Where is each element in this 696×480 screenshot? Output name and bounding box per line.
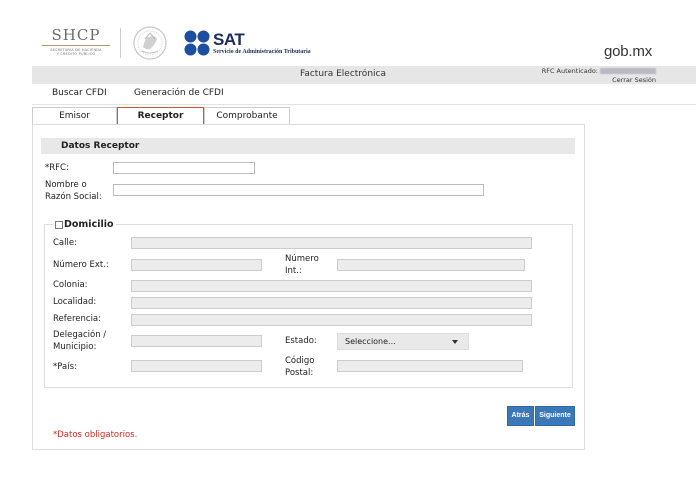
- pais-label: *País:: [53, 362, 77, 372]
- colonia-input[interactable]: [131, 280, 532, 292]
- cp-input[interactable]: [337, 360, 523, 372]
- num-int-input[interactable]: [337, 259, 525, 271]
- mexico-seal-icon: [133, 26, 167, 60]
- rfc-authenticated: RFC Autenticado:: [542, 67, 656, 75]
- sat-logo-title: SAT: [213, 30, 245, 49]
- rfc-redacted-value: [600, 68, 656, 74]
- required-fields-note: *Datos obligatorios.: [53, 430, 138, 440]
- nav-generacion-cfdi[interactable]: Generación de CFDI: [134, 88, 224, 98]
- top-bar: Factura Electrónica RFC Autenticado: Cer…: [32, 66, 696, 84]
- referencia-input[interactable]: [131, 314, 532, 326]
- back-button[interactable]: Atrás: [507, 406, 534, 426]
- num-ext-input[interactable]: [131, 259, 262, 271]
- shcp-logo: SHCP SECRETARÍA DE HACIENDA Y CRÉDITO PÚ…: [40, 27, 112, 57]
- chevron-down-icon: [452, 340, 458, 344]
- section-header: Datos Receptor: [41, 138, 575, 154]
- localidad-input[interactable]: [131, 297, 532, 309]
- rfc-input[interactable]: [113, 162, 255, 174]
- localidad-label: Localidad:: [53, 297, 97, 307]
- tab-comprobante[interactable]: Comprobante: [204, 107, 290, 125]
- calle-label: Calle:: [53, 238, 77, 248]
- referencia-label: Referencia:: [53, 314, 102, 324]
- estado-select[interactable]: Seleccione...: [337, 333, 469, 350]
- calle-input[interactable]: [131, 237, 532, 249]
- delegacion-input[interactable]: [131, 335, 262, 347]
- shcp-logo-subtitle-2: Y CRÉDITO PÚBLICO: [56, 52, 96, 56]
- nav-divider: [32, 104, 696, 105]
- nombre-label-line1: Nombre o: [45, 180, 87, 190]
- nav-buscar-cfdi[interactable]: Buscar CFDI: [52, 88, 107, 98]
- delegacion-label-line2: Municipio:: [53, 342, 97, 352]
- nombre-input[interactable]: [113, 184, 484, 196]
- next-button[interactable]: Siguiente: [535, 406, 575, 426]
- logo-divider: [120, 28, 121, 58]
- cp-label-line1: Código: [285, 356, 315, 366]
- shcp-logo-title: SHCP: [51, 26, 101, 44]
- num-int-label-line2: Int.:: [285, 266, 302, 276]
- nombre-label-line2: Razón Social:: [45, 192, 102, 202]
- rfc-authenticated-label: RFC Autenticado:: [541, 67, 598, 75]
- tab-emisor[interactable]: Emisor: [32, 107, 117, 125]
- colonia-label: Colonia:: [53, 280, 88, 290]
- receptor-panel: Datos Receptor *RFC: Nombre o Razón Soci…: [32, 124, 585, 450]
- logout-link[interactable]: Cerrar Sesión: [612, 76, 656, 84]
- estado-select-value: Seleccione...: [345, 337, 396, 346]
- sat-logo: SAT Servicio de Administración Tributari…: [184, 30, 344, 58]
- pais-input[interactable]: [131, 360, 262, 372]
- num-int-label-line1: Número: [285, 254, 319, 264]
- section-title: Datos Receptor: [61, 141, 140, 151]
- domicilio-checkbox[interactable]: [55, 220, 63, 229]
- rfc-label: *RFC:: [45, 163, 69, 173]
- shcp-logo-line: [42, 45, 110, 46]
- page-header: SHCP SECRETARÍA DE HACIENDA Y CRÉDITO PÚ…: [0, 0, 696, 66]
- estado-label: Estado:: [285, 336, 317, 346]
- num-ext-label: Número Ext.:: [53, 260, 109, 270]
- cp-label-line2: Postal:: [285, 368, 314, 378]
- domicilio-legend: Domicilio: [53, 219, 116, 230]
- gob-mx-logo[interactable]: gob.mx: [604, 43, 652, 60]
- sat-dots-icon: [184, 30, 210, 56]
- delegacion-label-line1: Delegación /: [53, 330, 107, 340]
- domicilio-title: Domicilio: [64, 219, 114, 230]
- sat-logo-subtitle: Servicio de Administración Tributaria: [213, 49, 311, 55]
